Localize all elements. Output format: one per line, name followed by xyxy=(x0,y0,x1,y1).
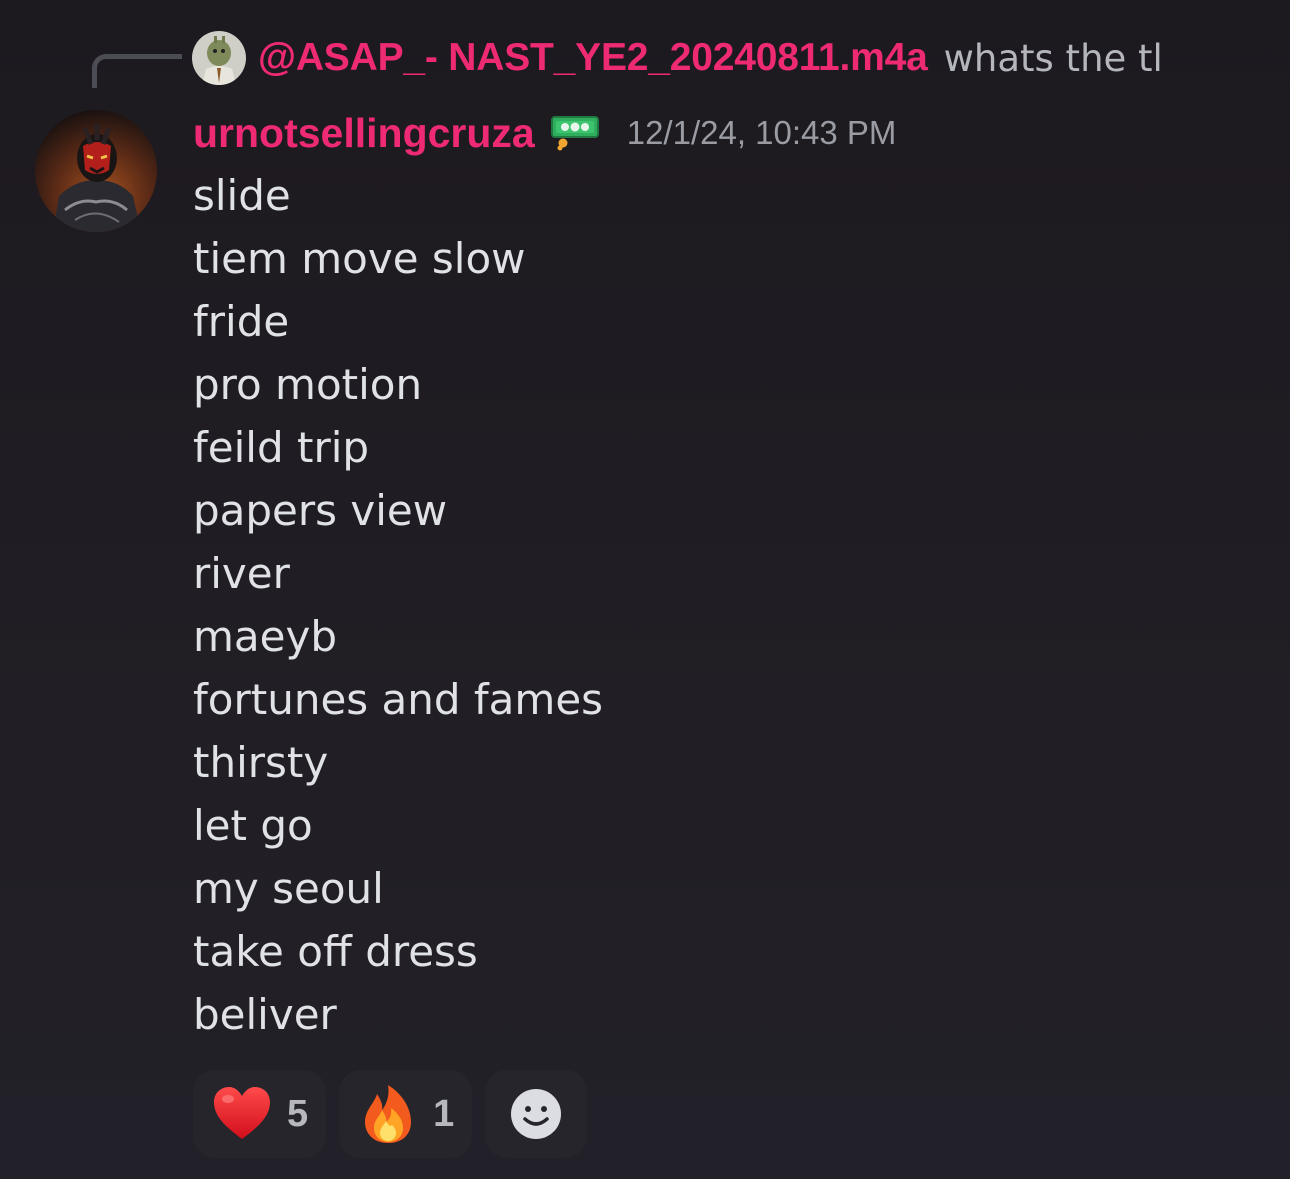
reaction-heart[interactable]: 5 xyxy=(193,1070,327,1158)
reaction-count: 5 xyxy=(287,1092,309,1135)
message-header: urnotsellingcruza 12/1/24, 10:43 PM xyxy=(193,104,896,162)
shrek-avatar-icon[interactable] xyxy=(192,31,246,85)
reply-author[interactable]: @ASAP_- NAST_YE2_20240811.m4a xyxy=(258,36,928,80)
add-reaction-button[interactable] xyxy=(485,1070,588,1158)
message-line: beliver xyxy=(193,990,337,1039)
reply-preview[interactable]: @ASAP_- NAST_YE2_20240811.m4a whats the … xyxy=(192,28,1163,88)
reactions-bar: 5 1 xyxy=(193,1070,588,1158)
reply-text[interactable]: whats the tl xyxy=(944,37,1163,80)
message-line: feild trip xyxy=(193,423,370,472)
message-line: take off dress xyxy=(193,927,478,976)
reaction-count: 1 xyxy=(433,1092,455,1135)
message-line: let go xyxy=(193,801,313,850)
heart-icon xyxy=(211,1083,273,1145)
reaction-fire[interactable]: 1 xyxy=(339,1070,473,1158)
money-bill-icon xyxy=(550,115,601,151)
message-line: fride xyxy=(193,297,290,346)
message-line: slide xyxy=(193,171,291,220)
fire-icon xyxy=(357,1083,419,1145)
username[interactable]: urnotsellingcruza xyxy=(193,110,535,157)
message-line: thirsty xyxy=(193,738,329,787)
message-line: pro motion xyxy=(193,360,423,409)
message-body: slide tiem move slow fride pro motion fe… xyxy=(193,164,603,1046)
reply-connector-line xyxy=(92,54,182,88)
message-line: my seoul xyxy=(193,864,384,913)
message-line: fortunes and fames xyxy=(193,675,604,724)
smiley-add-reaction-icon xyxy=(505,1083,567,1145)
message-line: maeyb xyxy=(193,612,338,661)
message-line: tiem move slow xyxy=(193,234,526,283)
dark-figure-avatar-icon[interactable] xyxy=(35,110,157,232)
message-line: papers view xyxy=(193,486,448,535)
timestamp: 12/1/24, 10:43 PM xyxy=(626,114,897,151)
message-line: river xyxy=(193,549,290,598)
